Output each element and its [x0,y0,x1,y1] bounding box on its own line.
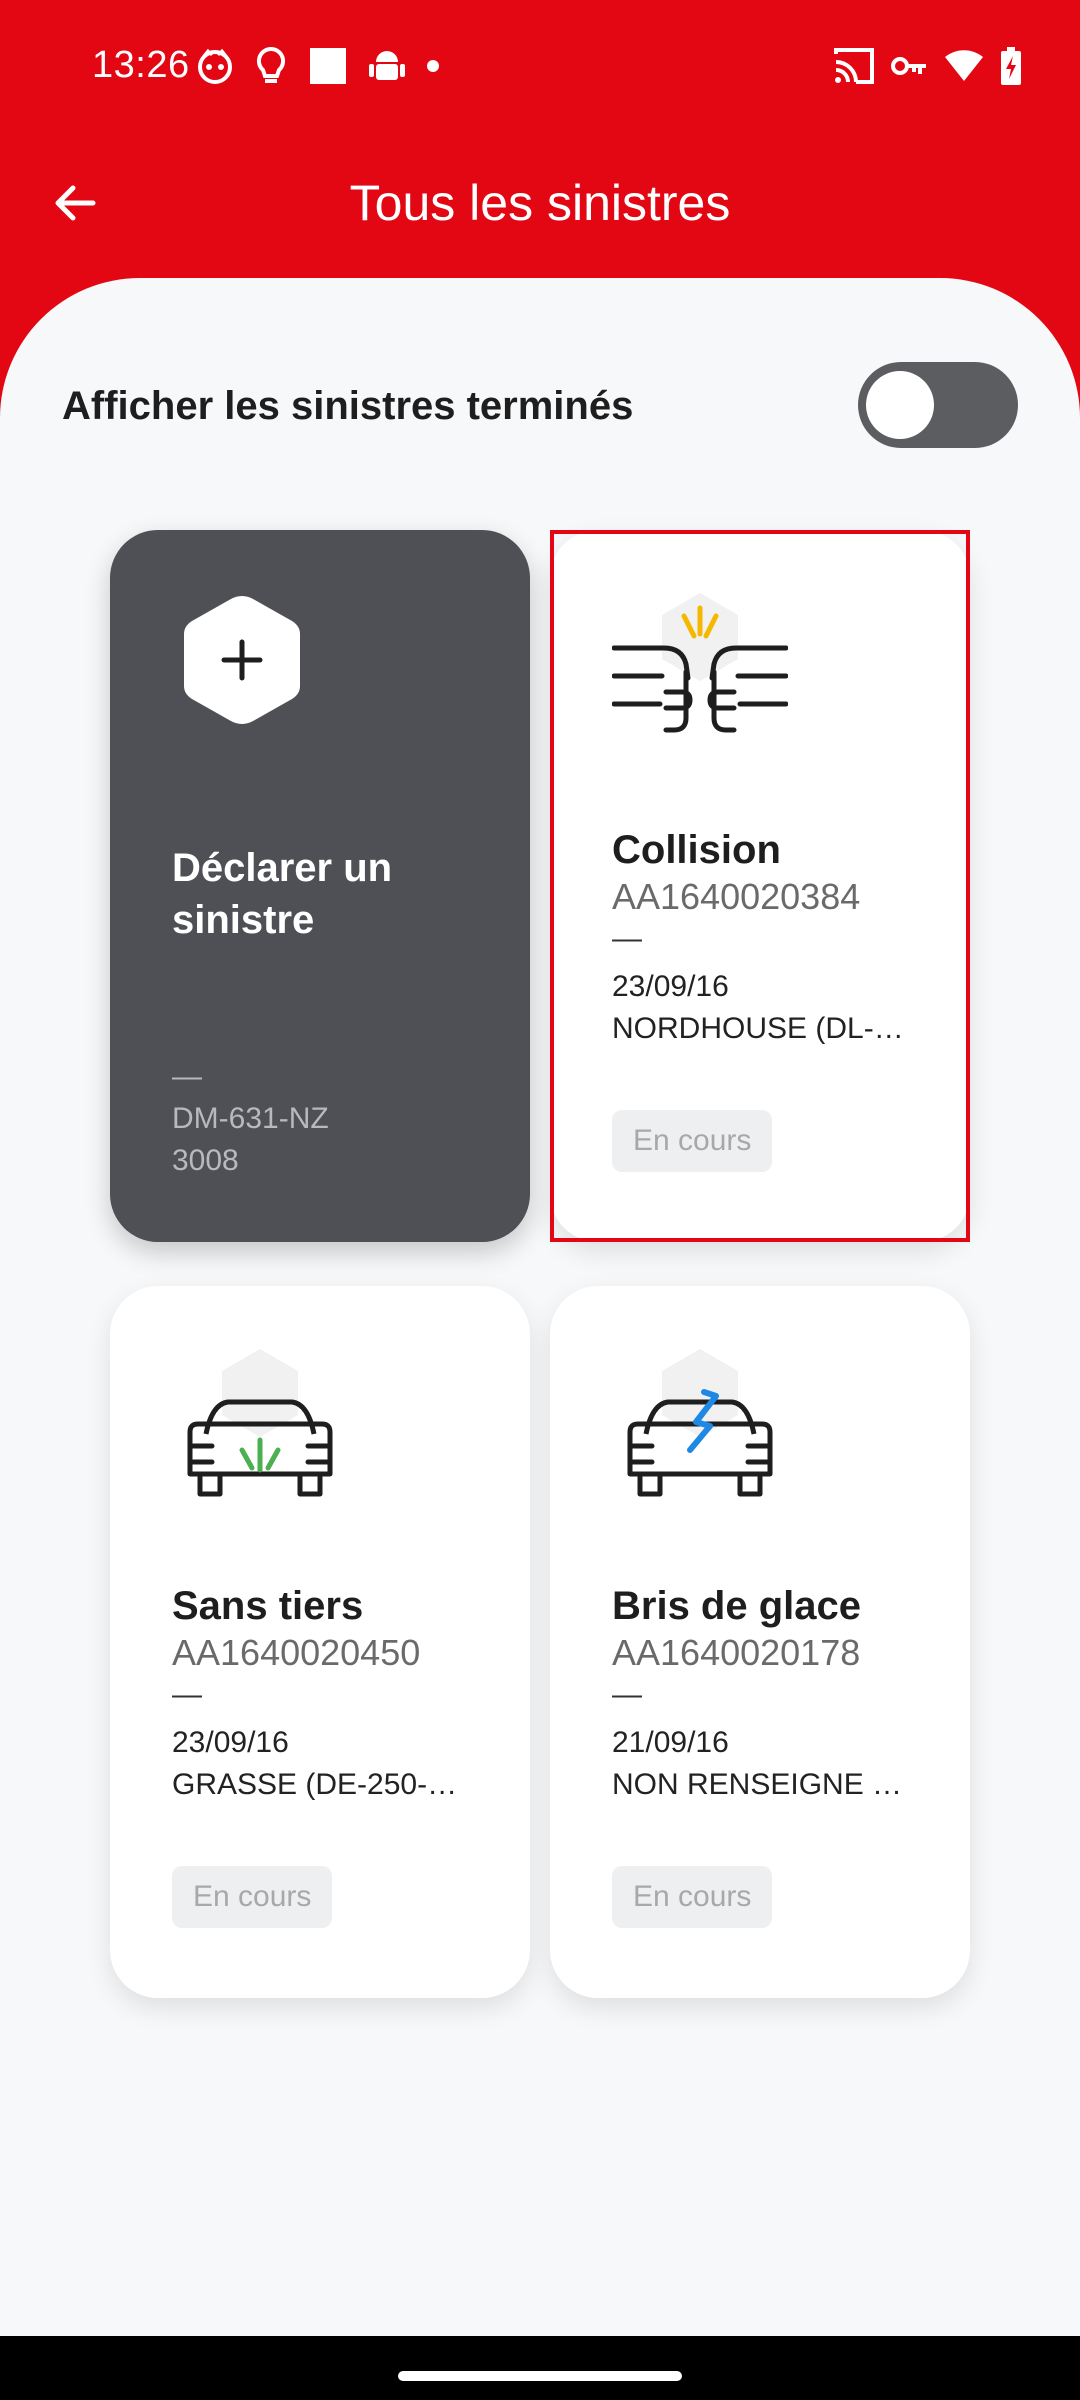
claim-card-collision[interactable]: Collision AA1640020384 — 23/09/16 NORDHO… [550,530,970,1242]
claim-date: 23/09/16 [172,1726,289,1759]
claim-date: 23/09/16 [612,970,729,1003]
status-badge: En cours [612,1110,773,1172]
toggle-knob [866,371,934,439]
claim-card-sans-tiers[interactable]: Sans tiers AA1640020450 — 23/09/16 GRASS… [110,1286,530,1998]
declare-claim-card[interactable]: Déclarer un sinistre — DM-631-NZ 3008 [110,530,530,1242]
dot-icon [427,60,439,72]
square-icon [310,48,346,84]
claim-number: AA1640020384 [612,876,861,917]
home-indicator[interactable] [398,2371,682,2381]
status-left-icons [196,46,440,86]
declare-claim-title: Déclarer un sinistre [172,846,393,942]
claim-dash: — [612,1678,642,1711]
lightbulb-icon [256,46,286,83]
plus-icon [184,596,300,724]
status-badge: En cours [172,1866,333,1928]
status-right-icons [834,46,1022,86]
android-icon [369,51,405,80]
show-finished-toggle[interactable] [858,362,1018,448]
show-finished-label: Afficher les sinistres terminés [62,384,634,428]
status-bar: 13:26 [0,0,1080,135]
claim-dash: — [172,1678,202,1711]
claim-date: 21/09/16 [612,1726,729,1759]
cast-icon [834,48,874,84]
claim-type: Collision [612,828,781,872]
status-time: 13:26 [92,44,190,86]
battery-charging-icon [1001,47,1021,85]
page-title: Tous les sinistres [349,175,731,231]
collision-icon [612,593,788,733]
content-sheet: Afficher les sinistres terminés Déclarer… [0,278,1080,2336]
claim-place: NON RENSEIGNE (… [612,1768,912,1801]
declare-dash: — [172,1060,202,1093]
claim-place: NORDHOUSE (DL-1… [612,1012,912,1045]
claim-number: AA1640020450 [172,1632,421,1673]
vehicle-model: 3008 [172,1144,239,1177]
navigation-bar [0,2336,1080,2400]
claim-dash: — [612,922,642,955]
claim-card-bris-de-glace[interactable]: Bris de glace AA1640020178 — 21/09/16 NO… [550,1286,970,1998]
claim-place: GRASSE (DE-250-G… [172,1768,472,1801]
claim-type: Sans tiers [172,1584,364,1628]
wifi-icon [945,50,983,81]
claim-type: Bris de glace [612,1584,862,1628]
broken-windshield-icon [627,1349,773,1497]
vehicle-plate: DM-631-NZ [172,1102,329,1135]
status-badge: En cours [612,1866,773,1928]
face-notification-icon [198,48,232,84]
vpn-key-icon [891,57,926,75]
car-front-icon [187,1349,333,1497]
claim-number: AA1640020178 [612,1632,861,1673]
